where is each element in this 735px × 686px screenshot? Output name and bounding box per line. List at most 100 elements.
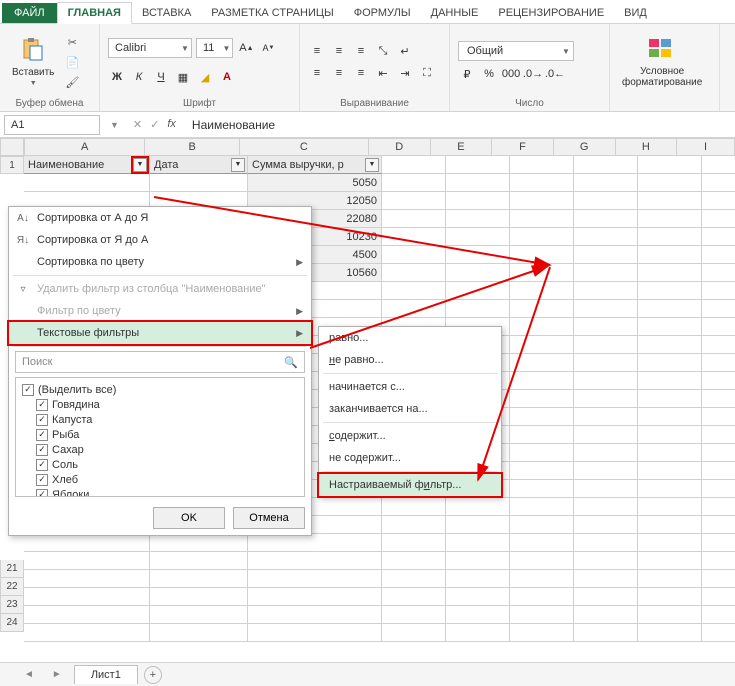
comma-format-icon[interactable]: 000 bbox=[502, 65, 520, 83]
cell[interactable] bbox=[382, 516, 446, 534]
cell[interactable] bbox=[638, 534, 702, 552]
cell[interactable] bbox=[638, 480, 702, 498]
row-header[interactable]: 21 bbox=[0, 560, 24, 578]
cell[interactable] bbox=[24, 606, 150, 624]
row-header[interactable]: 22 bbox=[0, 578, 24, 596]
decrease-font-icon[interactable]: A▼ bbox=[259, 39, 277, 57]
filter-dropdown-button[interactable]: ▼ bbox=[133, 158, 147, 172]
column-header[interactable]: C bbox=[240, 138, 369, 156]
cell[interactable] bbox=[702, 354, 735, 372]
filter-value-item[interactable]: ✓Соль bbox=[22, 457, 298, 472]
wrap-text-icon[interactable]: ↵ bbox=[396, 42, 414, 60]
cell[interactable] bbox=[702, 264, 735, 282]
cell[interactable] bbox=[638, 210, 702, 228]
cell[interactable] bbox=[510, 552, 574, 570]
cell[interactable] bbox=[446, 156, 510, 174]
filter-begins-with[interactable]: начинается с... bbox=[319, 376, 501, 398]
borders-button[interactable]: ▦ bbox=[174, 68, 192, 86]
cell[interactable] bbox=[638, 588, 702, 606]
sheet-tab[interactable]: Лист1 bbox=[74, 665, 138, 684]
cancel-edit-icon[interactable]: ✕ bbox=[133, 118, 142, 131]
cell[interactable] bbox=[24, 570, 150, 588]
cell[interactable] bbox=[638, 156, 702, 174]
tab-insert[interactable]: ВСТАВКА bbox=[132, 3, 201, 23]
row-header[interactable]: 23 bbox=[0, 596, 24, 614]
cell[interactable] bbox=[510, 588, 574, 606]
cell[interactable] bbox=[446, 588, 510, 606]
name-box-dropdown[interactable]: ▼ bbox=[104, 120, 125, 130]
cell[interactable] bbox=[574, 498, 638, 516]
cell[interactable] bbox=[574, 462, 638, 480]
sort-descending[interactable]: Я↓ Сортировка от Я до А bbox=[9, 229, 311, 251]
tab-data[interactable]: ДАННЫЕ bbox=[421, 3, 489, 23]
cell[interactable] bbox=[510, 426, 574, 444]
cell[interactable] bbox=[382, 192, 446, 210]
cell[interactable] bbox=[574, 228, 638, 246]
cell[interactable] bbox=[702, 444, 735, 462]
cell[interactable] bbox=[574, 552, 638, 570]
cell[interactable] bbox=[574, 516, 638, 534]
cell[interactable] bbox=[446, 552, 510, 570]
cell[interactable] bbox=[150, 552, 248, 570]
orientation-icon[interactable]: ⤡ bbox=[374, 42, 392, 60]
text-filters[interactable]: Текстовые фильтры ▶ bbox=[9, 322, 311, 344]
cell[interactable] bbox=[638, 354, 702, 372]
cell[interactable] bbox=[446, 498, 510, 516]
cell[interactable] bbox=[574, 444, 638, 462]
cell[interactable] bbox=[510, 624, 574, 642]
filter-equals[interactable]: равно... bbox=[319, 327, 501, 349]
cell[interactable] bbox=[446, 192, 510, 210]
cell[interactable] bbox=[248, 552, 382, 570]
cell[interactable] bbox=[446, 264, 510, 282]
select-all-cell[interactable] bbox=[0, 138, 24, 156]
cell[interactable] bbox=[150, 174, 248, 192]
cell[interactable] bbox=[510, 282, 574, 300]
cell[interactable] bbox=[638, 246, 702, 264]
filter-dropdown-button[interactable]: ▼ bbox=[231, 158, 245, 172]
cell[interactable] bbox=[638, 372, 702, 390]
cell[interactable] bbox=[510, 444, 574, 462]
cell[interactable] bbox=[150, 606, 248, 624]
sort-by-color[interactable]: Сортировка по цвету ▶ bbox=[9, 251, 311, 273]
cell[interactable] bbox=[446, 606, 510, 624]
cell[interactable] bbox=[150, 588, 248, 606]
copy-icon[interactable]: 📄 bbox=[64, 54, 80, 70]
cell[interactable] bbox=[638, 552, 702, 570]
cell[interactable] bbox=[574, 354, 638, 372]
cell[interactable] bbox=[510, 354, 574, 372]
font-name-combo[interactable]: Calibri▼ bbox=[108, 38, 192, 58]
cell[interactable] bbox=[574, 174, 638, 192]
cell[interactable] bbox=[574, 246, 638, 264]
cell[interactable] bbox=[702, 246, 735, 264]
cell[interactable] bbox=[382, 606, 446, 624]
cell[interactable] bbox=[702, 606, 735, 624]
cell[interactable] bbox=[382, 588, 446, 606]
tab-file[interactable]: ФАЙЛ bbox=[2, 3, 57, 23]
filter-not-contains[interactable]: не содержит... bbox=[319, 447, 501, 469]
cell[interactable] bbox=[510, 516, 574, 534]
cell[interactable] bbox=[702, 462, 735, 480]
conditional-formatting-button[interactable]: Условное форматирование bbox=[618, 34, 706, 90]
increase-decimal-icon[interactable]: .0→ bbox=[524, 65, 542, 83]
cell[interactable] bbox=[382, 156, 446, 174]
cell[interactable] bbox=[24, 552, 150, 570]
cell[interactable] bbox=[702, 426, 735, 444]
cell[interactable] bbox=[638, 264, 702, 282]
cut-icon[interactable]: ✂ bbox=[64, 34, 80, 50]
cell[interactable] bbox=[574, 534, 638, 552]
cell[interactable]: 5050 bbox=[248, 174, 382, 192]
cell[interactable] bbox=[574, 318, 638, 336]
cell[interactable] bbox=[446, 174, 510, 192]
font-color-button[interactable]: A bbox=[218, 68, 236, 86]
cell[interactable] bbox=[574, 210, 638, 228]
merge-cells-icon[interactable]: ⛶ bbox=[418, 64, 436, 82]
cell[interactable] bbox=[248, 606, 382, 624]
column-header[interactable]: I bbox=[677, 138, 735, 156]
cell[interactable] bbox=[446, 534, 510, 552]
fill-color-button[interactable]: ◢ bbox=[196, 68, 214, 86]
decrease-indent-icon[interactable]: ⇤ bbox=[374, 64, 392, 82]
cell[interactable] bbox=[574, 264, 638, 282]
cell[interactable] bbox=[510, 156, 574, 174]
sheet-nav-prev[interactable]: ◄ bbox=[18, 669, 40, 680]
filter-values-list[interactable]: ✓(Выделить все)✓Говядина✓Капуста✓Рыба✓Са… bbox=[15, 377, 305, 497]
